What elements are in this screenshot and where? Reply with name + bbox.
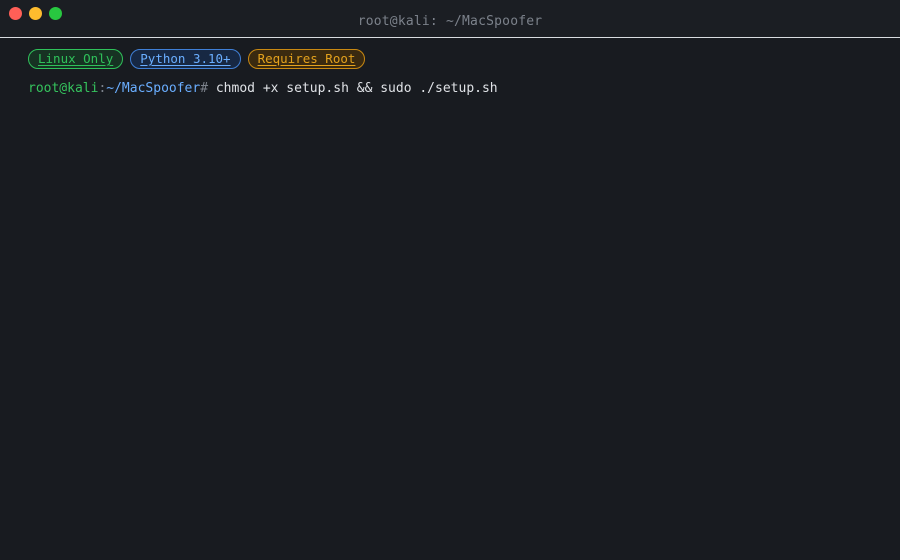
- linux-only-badge[interactable]: Linux Only: [28, 49, 124, 69]
- title-bar: root@kali: ~/MacSpoofer: [0, 0, 900, 38]
- requires-root-badge[interactable]: Requires Root: [247, 49, 366, 69]
- python-version-badge[interactable]: Python 3.10+: [130, 49, 241, 69]
- prompt-user-host: root@kali: [28, 81, 99, 96]
- command-line[interactable]: root@kali:~/MacSpoofer# chmod +x setup.s…: [28, 80, 900, 98]
- terminal-content[interactable]: Linux Only Python 3.10+ Requires Root ro…: [0, 38, 900, 98]
- badge-row: Linux Only Python 3.10+ Requires Root: [28, 49, 900, 69]
- command-text: chmod +x setup.sh && sudo ./setup.sh: [215, 81, 498, 96]
- window-title: root@kali: ~/MacSpoofer: [357, 14, 543, 29]
- prompt-symbol: #: [200, 81, 209, 96]
- prompt-path: ~/MacSpoofer: [106, 81, 201, 96]
- terminal-window: root@kali: ~/MacSpoofer Linux Only Pytho…: [0, 0, 900, 560]
